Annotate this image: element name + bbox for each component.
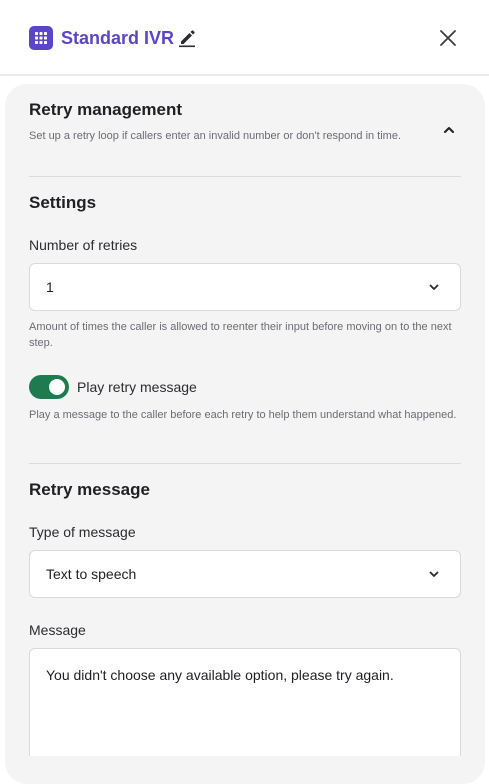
settings-heading: Settings: [29, 193, 97, 212]
chevron-down-icon: [429, 284, 439, 290]
pencil-icon: [179, 30, 195, 48]
play-retry-message-help: Play a message to the caller before each…: [29, 409, 457, 421]
divider: [29, 176, 461, 177]
header: Standard IVR: [0, 0, 489, 76]
message-type-select[interactable]: Text to speech: [29, 550, 461, 598]
play-retry-message-label: Play retry message: [77, 379, 197, 395]
close-button[interactable]: [436, 26, 460, 50]
retries-help-text: Amount of times the caller is allowed to…: [29, 321, 452, 349]
chevron-up-icon: [444, 127, 454, 133]
close-icon: [440, 30, 456, 46]
message-label: Message: [29, 622, 86, 638]
retries-select[interactable]: 1: [29, 263, 461, 311]
edit-title-button[interactable]: [176, 26, 198, 48]
message-type-value: Text to speech: [46, 566, 137, 582]
chevron-down-icon: [429, 571, 439, 577]
page-title: Standard IVR: [61, 28, 175, 48]
collapse-section-button[interactable]: [440, 121, 458, 139]
retry-message-heading: Retry message: [29, 480, 150, 499]
message-type-label: Type of message: [29, 524, 136, 540]
divider: [29, 463, 461, 464]
retry-management-description: Set up a retry loop if callers enter an …: [29, 130, 402, 142]
toggle-knob: [49, 379, 65, 395]
play-retry-message-toggle[interactable]: [29, 375, 69, 399]
retries-value: 1: [46, 279, 54, 295]
grid-icon: [29, 26, 53, 50]
retries-label: Number of retries: [29, 237, 138, 253]
message-textarea[interactable]: You didn't choose any available option, …: [29, 648, 461, 756]
retry-management-heading: Retry management: [29, 100, 183, 119]
